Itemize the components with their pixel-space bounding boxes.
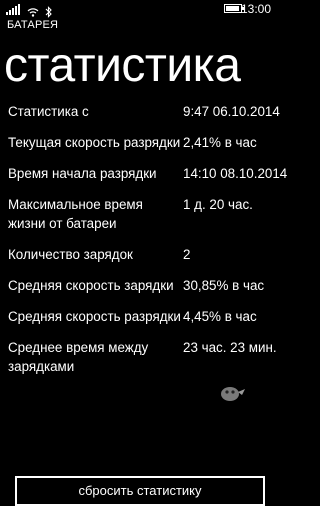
wifi-icon (27, 3, 39, 17)
battery-level (226, 6, 239, 11)
stat-row-charge-count: Количество зарядок 2 (8, 245, 274, 264)
signal-icon (6, 3, 21, 15)
clock: 13:00 (240, 2, 271, 16)
stats-list: Статистика с 9:47 06.10.2014 Текущая ско… (8, 102, 287, 376)
stat-row-max-battery-life: Максимальное время жизни от батареи 1 д.… (8, 195, 274, 233)
stat-label: Текущая скорость разрядки (8, 135, 181, 150)
battery-icon (224, 4, 244, 13)
stat-value: 4,45% в час (183, 309, 257, 324)
stat-label: Средняя скорость разрядки (8, 309, 181, 324)
stat-row-avg-discharge-rate: Средняя скорость разрядки 4,45% в час (8, 307, 274, 326)
stat-value: 9:47 06.10.2014 (183, 104, 280, 119)
stat-label: Среднее время между зарядками (8, 340, 149, 374)
watermark-logo (218, 383, 246, 405)
stat-value: 1 д. 20 час. (183, 197, 253, 212)
stat-label: Время начала разрядки (8, 166, 157, 181)
stat-value: 23 час. 23 мин. (183, 340, 277, 355)
stat-value: 30,85% в час (183, 278, 265, 293)
stat-row-avg-time-between-charges: Среднее время между зарядками 23 час. 23… (8, 338, 277, 376)
stat-label: Статистика с (8, 104, 89, 119)
status-icons (6, 3, 53, 18)
bluetooth-icon (45, 3, 53, 18)
stat-value: 2,41% в час (183, 135, 257, 150)
reset-statistics-button[interactable]: сбросить статистику (15, 476, 265, 506)
stat-label: Средняя скорость зарядки (8, 278, 174, 293)
stat-label: Количество зарядок (8, 247, 133, 262)
stat-row-discharge-start: Время начала разрядки 14:10 08.10.2014 (8, 164, 287, 183)
stat-row-since: Статистика с 9:47 06.10.2014 (8, 102, 280, 121)
stat-row-current-discharge-rate: Текущая скорость разрядки 2,41% в час (8, 133, 274, 152)
stat-value: 14:10 08.10.2014 (183, 166, 288, 181)
stat-row-avg-charge-rate: Средняя скорость зарядки 30,85% в час (8, 276, 274, 295)
app-title: БАТАРЕЯ (7, 19, 59, 31)
status-bar: 13:00 (0, 0, 280, 18)
stat-label: Максимальное время жизни от батареи (8, 197, 143, 231)
page-title: статистика (4, 39, 241, 92)
stat-value: 2 (183, 247, 191, 262)
